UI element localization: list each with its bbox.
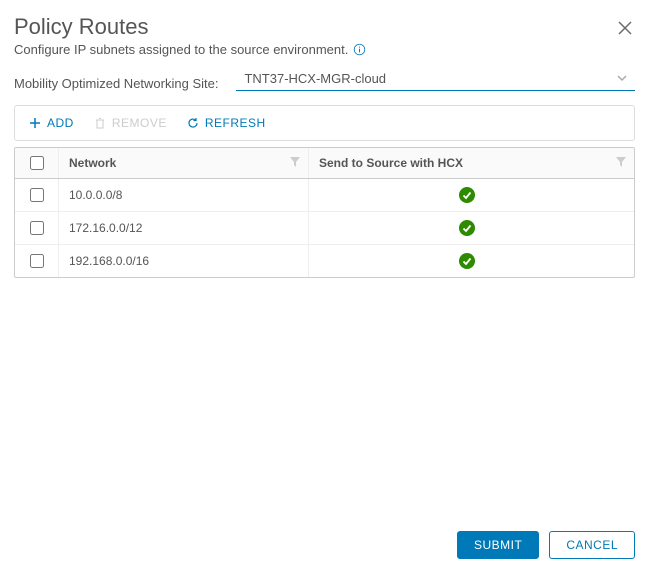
chevron-down-icon [617, 71, 627, 86]
column-header-hcx[interactable]: Send to Source with HCX [309, 148, 634, 178]
header-checkbox-cell [15, 148, 59, 178]
close-button[interactable] [615, 18, 635, 38]
trash-icon [94, 117, 106, 129]
toolbar: ADD REMOVE REFRESH [14, 105, 635, 141]
network-value: 10.0.0.0/8 [69, 188, 122, 202]
add-button[interactable]: ADD [29, 116, 74, 130]
column-label-network: Network [69, 156, 116, 170]
refresh-label: REFRESH [205, 116, 266, 130]
dialog-title: Policy Routes [14, 14, 149, 40]
add-label: ADD [47, 116, 74, 130]
site-select-value: TNT37-HCX-MGR-cloud [244, 71, 386, 86]
table-row: 10.0.0.0/8 [15, 179, 634, 212]
row-checkbox[interactable] [30, 221, 44, 235]
plus-icon [29, 117, 41, 129]
site-row: Mobility Optimized Networking Site: TNT3… [14, 67, 635, 91]
remove-button: REMOVE [94, 116, 167, 130]
site-select[interactable]: TNT37-HCX-MGR-cloud [236, 67, 635, 91]
check-circle-icon [459, 220, 475, 236]
table-row: 172.16.0.0/12 [15, 212, 634, 245]
dialog-subtitle: Configure IP subnets assigned to the sou… [14, 42, 348, 57]
refresh-icon [187, 117, 199, 129]
dialog-footer: SUBMIT CANCEL [457, 531, 635, 559]
subtitle-row: Configure IP subnets assigned to the sou… [14, 42, 635, 57]
info-icon[interactable] [353, 43, 366, 56]
dialog-header: Policy Routes [14, 14, 635, 40]
check-circle-icon [459, 253, 475, 269]
row-checkbox[interactable] [30, 254, 44, 268]
network-value: 172.16.0.0/12 [69, 221, 142, 235]
submit-button[interactable]: SUBMIT [457, 531, 539, 559]
filter-icon[interactable] [290, 156, 300, 170]
row-checkbox[interactable] [30, 188, 44, 202]
site-label: Mobility Optimized Networking Site: [14, 76, 218, 91]
table-row: 192.168.0.0/16 [15, 245, 634, 277]
table-header: Network Send to Source with HCX [15, 148, 634, 179]
check-circle-icon [459, 187, 475, 203]
policy-routes-dialog: Policy Routes Configure IP subnets assig… [0, 0, 649, 573]
routes-table: Network Send to Source with HCX 10.0.0.0… [14, 147, 635, 278]
column-label-hcx: Send to Source with HCX [319, 156, 463, 170]
select-all-checkbox[interactable] [30, 156, 44, 170]
close-icon [617, 20, 633, 36]
filter-icon[interactable] [616, 156, 626, 170]
remove-label: REMOVE [112, 116, 167, 130]
network-value: 192.168.0.0/16 [69, 254, 149, 268]
refresh-button[interactable]: REFRESH [187, 116, 266, 130]
column-header-network[interactable]: Network [59, 148, 309, 178]
cancel-button[interactable]: CANCEL [549, 531, 635, 559]
